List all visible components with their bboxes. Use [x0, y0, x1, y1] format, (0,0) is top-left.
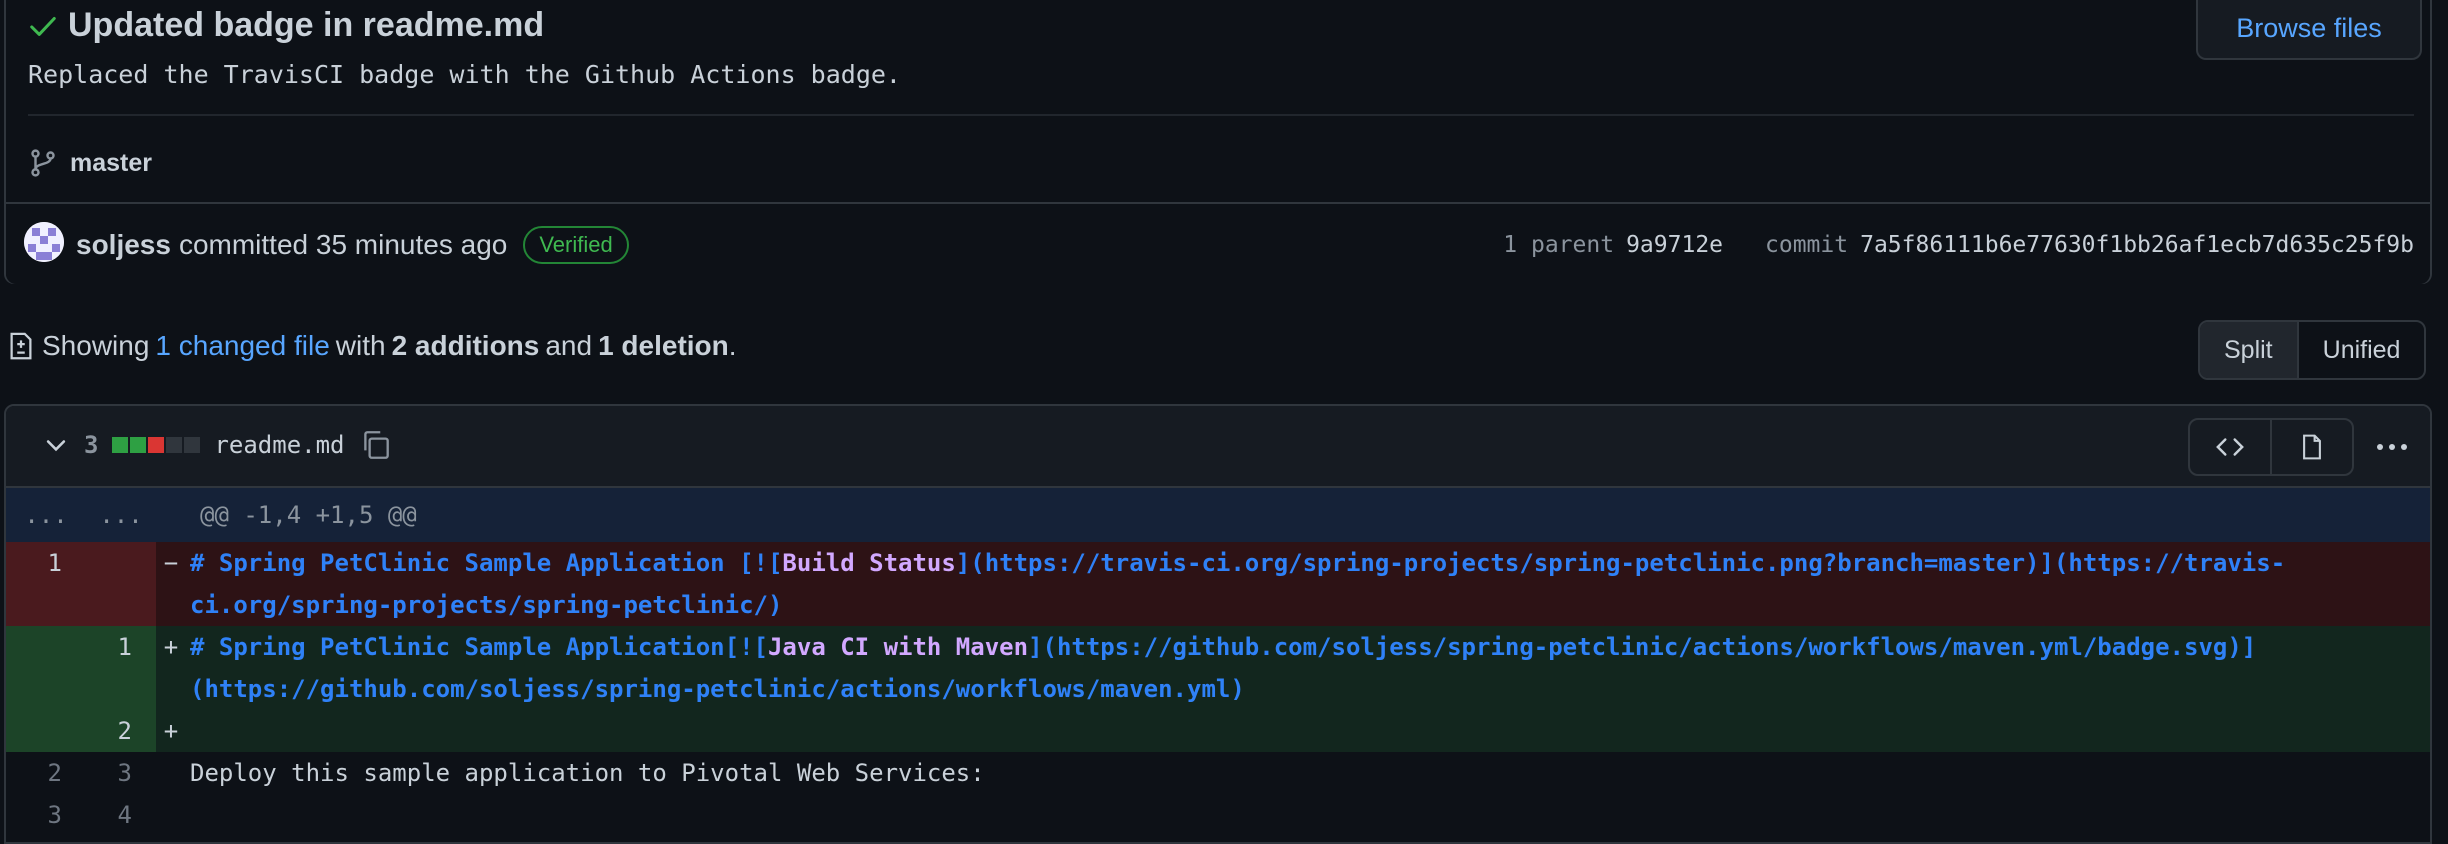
branch-row[interactable]: master — [28, 148, 152, 178]
diffstat-block — [184, 437, 201, 453]
diff-line-context[interactable]: 3 4 — [6, 794, 2430, 836]
branch-name: master — [70, 148, 152, 177]
git-branch-icon — [31, 149, 55, 177]
code-text: # Spring PetClinic Sample Application[![ — [190, 633, 768, 661]
author-name[interactable]: soljess — [76, 229, 171, 261]
code-icon — [2216, 438, 2244, 456]
new-line-number[interactable]: 2 — [86, 710, 156, 752]
old-line-number[interactable]: 1 — [6, 542, 86, 626]
changes-count: 3 — [84, 431, 99, 459]
parent-label: 1 parent — [1503, 232, 1615, 258]
old-line-number — [6, 626, 86, 710]
commit-time: committed 35 minutes ago — [178, 229, 508, 260]
kebab-horizontal-icon — [2377, 444, 2407, 450]
code-view-button[interactable] — [2190, 420, 2272, 474]
diff-marker: − — [163, 549, 179, 577]
diff-line-deleted[interactable]: 1 − # Spring PetClinic Sample Applicatio… — [6, 542, 2430, 626]
deletions-count: 1 deletion — [598, 330, 729, 361]
diff-summary: Showing 1 changed file with 2 additions … — [6, 330, 737, 362]
old-line-number[interactable]: 3 — [6, 794, 86, 836]
showing-text: Showing — [42, 330, 150, 361]
parent-sha-link[interactable]: 9a9712e — [1626, 232, 1723, 258]
and-text: and — [545, 330, 593, 361]
author-line: soljess committed 35 minutes ago Verifie… — [76, 226, 629, 264]
diff-table: ... ... @@ -1,4 +1,5 @@ 1 − # Spring Pet… — [6, 488, 2430, 836]
file-header-right — [2188, 418, 2412, 476]
code-text: # Spring PetClinic Sample Application [!… — [190, 549, 783, 577]
file-diff-icon — [10, 332, 32, 360]
diffstat-block — [112, 437, 129, 453]
code-line: Deploy this sample application to Pivota… — [190, 759, 985, 787]
file-header-left: 3 readme.md — [42, 428, 393, 462]
commit-title: Updated badge in readme.md — [68, 6, 545, 44]
copy-icon[interactable] — [359, 428, 393, 462]
commit-label: commit — [1765, 232, 1849, 258]
split-view-button[interactable]: Split — [2200, 322, 2299, 378]
hunk-header: @@ -1,4 +1,5 @@ — [200, 501, 417, 529]
unified-view-button[interactable]: Unified — [2299, 322, 2425, 378]
diffstat — [112, 437, 201, 453]
chevron-down-icon[interactable] — [42, 431, 70, 459]
hunk-header-row[interactable]: ... ... @@ -1,4 +1,5 @@ — [6, 488, 2430, 542]
check-icon — [30, 16, 56, 36]
diff-marker — [156, 794, 186, 836]
diff-marker — [156, 752, 186, 794]
code-line: # Spring PetClinic Sample Application[![… — [186, 626, 2430, 710]
changed-files-link[interactable]: 1 changed file — [155, 330, 329, 362]
author-bar: soljess committed 35 minutes ago Verifie… — [6, 202, 2430, 284]
diff-line-added[interactable]: 2 + — [6, 710, 2430, 752]
additions-count: 2 additions — [391, 330, 540, 361]
diff-marker: + — [163, 717, 179, 745]
hunk-expand-new[interactable]: ... — [86, 501, 156, 529]
new-line-number[interactable]: 1 — [86, 626, 156, 710]
new-line-number[interactable]: 4 — [86, 794, 156, 836]
diff-marker: + — [163, 633, 179, 661]
with-text: with — [335, 330, 386, 361]
code-badge-text: Build Status — [782, 549, 956, 577]
commit-description: Replaced the TravisCI badge with the Git… — [28, 60, 901, 89]
file-diff: 3 readme.md ... ... @@ -1,4 +1,5 @@ 1 − … — [4, 404, 2432, 844]
hunk-expand-old[interactable]: ... — [6, 501, 86, 529]
identicon-icon — [24, 222, 64, 262]
more-options-button[interactable] — [2372, 427, 2412, 467]
file-icon — [2303, 434, 2321, 460]
avatar[interactable] — [24, 222, 64, 262]
view-mode-buttons — [2188, 418, 2354, 476]
old-line-number[interactable]: 2 — [6, 752, 86, 794]
period: . — [728, 330, 737, 361]
diffstat-block — [148, 437, 165, 453]
code-line: # Spring PetClinic Sample Application [!… — [186, 542, 2430, 626]
browse-files-button[interactable]: Browse files — [2196, 0, 2422, 60]
commit-title-row: Updated badge in readme.md — [28, 6, 544, 45]
commit-sha: 7a5f86111b6e77630f1bb26af1ecb7d635c25f9b — [1860, 232, 2414, 258]
file-header: 3 readme.md — [6, 406, 2430, 488]
old-line-number — [6, 710, 86, 752]
diff-line-added[interactable]: 1 + # Spring PetClinic Sample Applicatio… — [6, 626, 2430, 710]
new-line-number — [86, 542, 156, 626]
divider — [28, 114, 2414, 116]
file-name[interactable]: readme.md — [214, 431, 344, 459]
new-line-number[interactable]: 3 — [86, 752, 156, 794]
diff-view-toggle: Split Unified — [2198, 320, 2427, 380]
diffstat-block — [166, 437, 183, 453]
code-badge-text: Java CI with Maven — [767, 633, 1029, 661]
rich-view-button[interactable] — [2272, 420, 2352, 474]
commit-meta: 1 parent 9a9712e commit 7a5f86111b6e7763… — [1503, 232, 2414, 258]
commit-header: Updated badge in readme.md Replaced the … — [4, 0, 2432, 284]
diffstat-block — [130, 437, 147, 453]
diff-line-context[interactable]: 2 3 Deploy this sample application to Pi… — [6, 752, 2430, 794]
verified-badge[interactable]: Verified — [523, 226, 629, 264]
